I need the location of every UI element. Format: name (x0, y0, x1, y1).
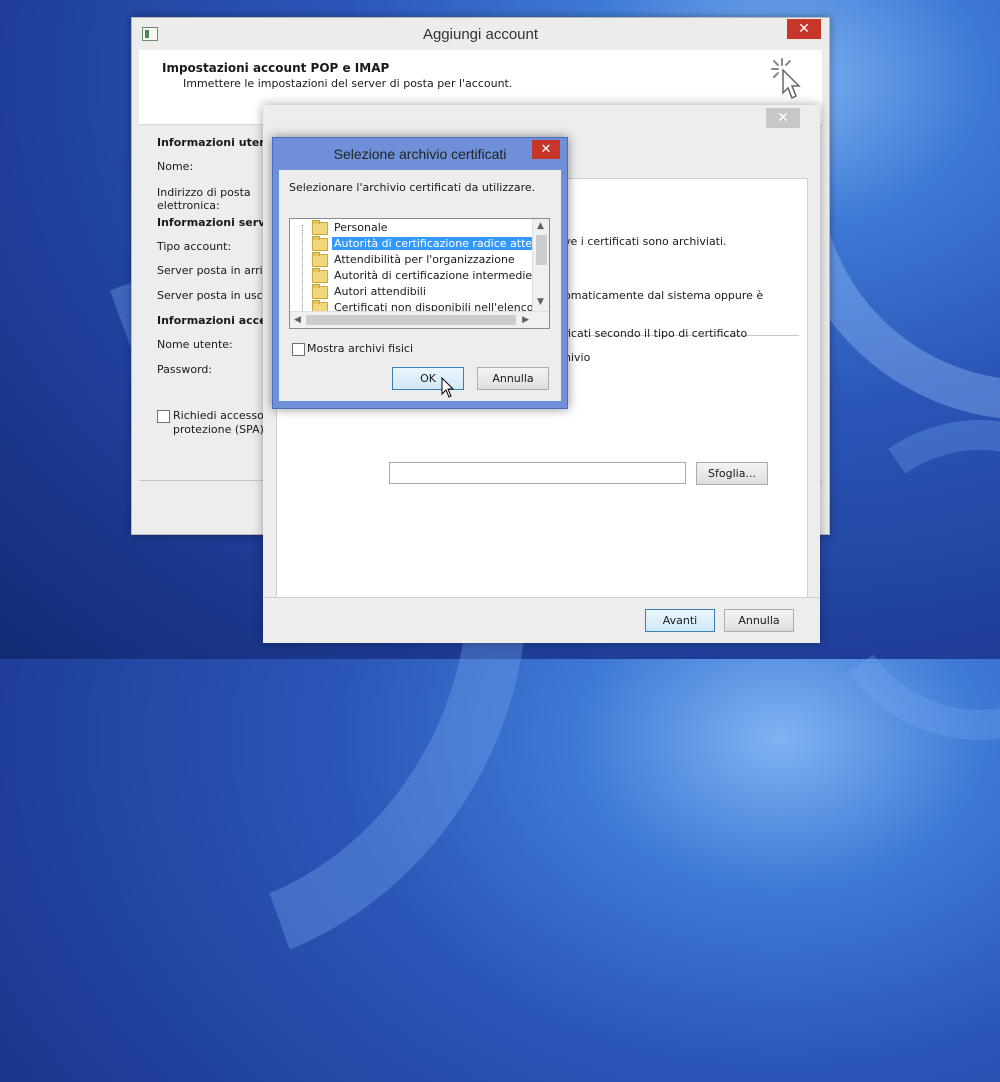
tree-connector (302, 225, 303, 313)
info-text: ficati secondo il tipo di certificato (564, 327, 748, 340)
next-button[interactable]: Avanti (645, 609, 715, 632)
name-label: Nome: (157, 160, 194, 173)
close-button[interactable]: ✕ (766, 108, 800, 128)
select-certificate-store-dialog: Selezione archivio certificati ✕ Selezio… (272, 137, 568, 409)
close-button[interactable]: ✕ (787, 19, 821, 39)
horizontal-scrollbar[interactable]: ◀ ▶ (290, 311, 549, 328)
tree-item-label: Autorità di certificazione radice attend… (332, 237, 549, 250)
mouse-pointer-icon (441, 377, 455, 398)
scroll-down-icon[interactable]: ▼ (537, 297, 544, 307)
folder-icon (312, 284, 328, 299)
folder-icon (312, 252, 328, 267)
folder-icon (312, 236, 328, 251)
tree-item-trusted-publishers[interactable]: Autori attendibili (312, 284, 527, 300)
tree-item-intermediate[interactable]: Autorità di certificazione intermedie (312, 268, 532, 284)
certificate-store-tree[interactable]: Personale Autorità di certificazione rad… (289, 218, 550, 329)
account-type-label: Tipo account: (157, 240, 232, 253)
scroll-right-icon[interactable]: ▶ (522, 315, 529, 325)
show-physical-stores-label: Mostra archivi fisici (307, 342, 414, 355)
header-title: Impostazioni account POP e IMAP (162, 61, 390, 75)
browse-button[interactable]: Sfoglia... (696, 462, 768, 485)
folder-icon (312, 220, 328, 235)
scroll-thumb[interactable] (306, 315, 516, 325)
info-text: omaticamente dal sistema oppure è (564, 289, 764, 302)
server-info-heading: Informazioni server (157, 216, 279, 229)
tree-item-enterprise-trust[interactable]: Attendibilità per l'organizzazione (312, 252, 527, 268)
spa-label: Richiedi accesso c (173, 409, 274, 422)
folder-icon (312, 268, 328, 283)
scroll-up-icon[interactable]: ▲ (537, 221, 544, 231)
dialog-title: Selezione archivio certificati (333, 146, 507, 162)
account-form: Informazioni utente Nome: Indirizzo di p… (139, 125, 287, 475)
dialog-body: Selezionare l'archivio certificati da ut… (279, 170, 561, 401)
close-button[interactable]: ✕ (532, 140, 560, 159)
email-label-cont: elettronica: (157, 199, 220, 212)
username-label: Nome utente: (157, 338, 233, 351)
outgoing-server-label: Server posta in uscita (157, 289, 277, 302)
store-path-input[interactable] (389, 462, 686, 484)
spa-checkbox[interactable] (157, 410, 170, 423)
title-bar[interactable]: Aggiungi account ✕ (132, 18, 829, 50)
email-label: Indirizzo di posta (157, 186, 251, 199)
window-title: Aggiungi account (422, 26, 539, 43)
dialog-footer: Avanti Annulla (263, 597, 820, 643)
info-text: ve i certificati sono archiviati. (564, 235, 727, 248)
dialog-prompt: Selezionare l'archivio certificati da ut… (289, 181, 536, 194)
user-info-heading: Informazioni utente (157, 136, 280, 149)
spa-label-cont: protezione (SPA) (173, 423, 264, 436)
vertical-scrollbar[interactable]: ▲ ▼ (532, 219, 549, 311)
scroll-left-icon[interactable]: ◀ (294, 315, 301, 325)
tree-item-trusted-root[interactable]: Autorità di certificazione radice attend… (312, 236, 549, 252)
tree-item-personal[interactable]: Personale (312, 220, 527, 236)
incoming-server-label: Server posta in arrivo (157, 264, 276, 277)
tree-item-label: Attendibilità per l'organizzazione (334, 253, 515, 266)
tree-item-label: Personale (334, 221, 388, 234)
show-physical-stores-checkbox[interactable] (292, 343, 305, 356)
scroll-thumb[interactable] (536, 235, 547, 265)
click-cursor-icon (771, 58, 801, 100)
cancel-button[interactable]: Annulla (477, 367, 549, 390)
password-label: Password: (157, 363, 213, 376)
tree-item-label: Autori attendibili (334, 285, 426, 298)
header-subtitle: Immettere le impostazioni del server di … (183, 77, 513, 90)
tree-item-label: Autorità di certificazione intermedie (334, 269, 533, 282)
cancel-button[interactable]: Annulla (724, 609, 794, 632)
